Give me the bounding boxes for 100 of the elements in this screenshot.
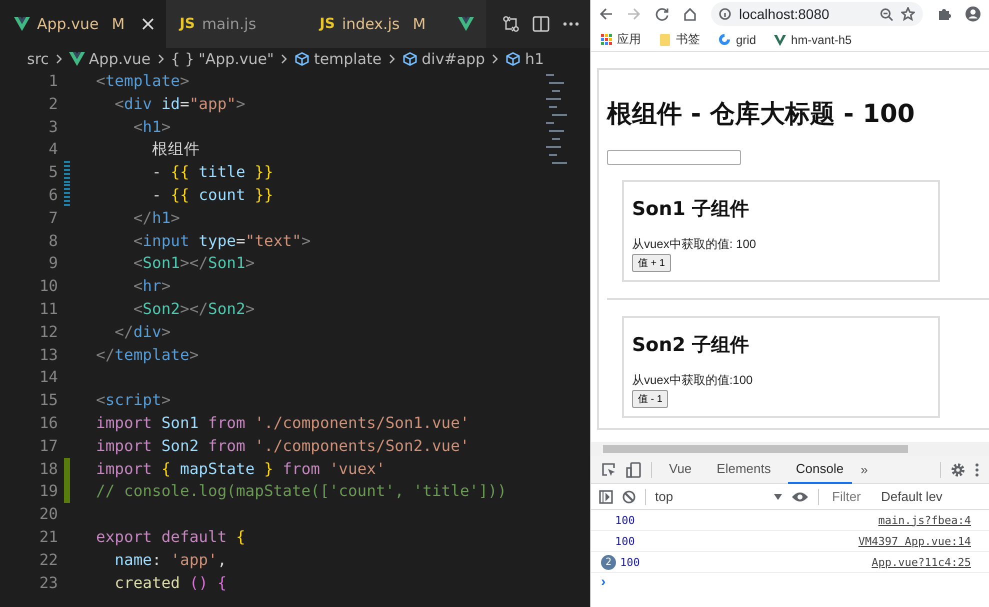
line-number: 9 [48, 253, 58, 274]
page-title: 根组件 - 仓库大标题 - 100 [607, 98, 916, 130]
bookmark-item[interactable]: hm-vant-h5 [774, 32, 852, 46]
bookmark-item[interactable]: 应用 [601, 31, 641, 48]
editor-tab[interactable]: JS main.js [166, 0, 306, 48]
text-input[interactable] [607, 150, 741, 165]
breadcrumb-item[interactable]: h1 [505, 50, 544, 68]
scrollbar-thumb[interactable] [603, 445, 908, 453]
more-tabs-button[interactable]: » [860, 462, 868, 477]
breadcrumb-item[interactable]: div#app [402, 50, 486, 68]
line-number: 22 [38, 550, 58, 571]
code-line: </h1> [132, 208, 180, 229]
code-line: <input type="text"> [132, 230, 311, 252]
split-editor-icon[interactable] [532, 15, 550, 33]
eye-icon[interactable] [791, 490, 809, 502]
value-text: 从vuex中获取的值: 100 [632, 236, 758, 253]
home-icon[interactable] [683, 7, 697, 21]
kebab-menu-icon[interactable] [975, 462, 979, 478]
breadcrumb-item[interactable]: template [294, 50, 382, 68]
console-value: 100 [615, 534, 636, 548]
dropdown-triangle-icon[interactable] [774, 494, 782, 500]
line-number: 6 [48, 184, 58, 206]
code-line: <h1> [132, 116, 171, 138]
address-bar[interactable]: localhost:8080 [711, 2, 923, 26]
source-link[interactable]: VM4397 App.vue:14 [858, 534, 971, 548]
code-line: <Son2></Son2> [132, 298, 255, 320]
bookmark-item[interactable]: grid [718, 32, 756, 46]
ring-logo-icon [718, 33, 731, 46]
vue-logo-icon [458, 16, 474, 32]
value-button[interactable]: 值 + 1 [632, 254, 671, 272]
settings-icon[interactable] [950, 462, 966, 478]
line-number: 15 [38, 390, 58, 412]
source-link[interactable]: main.js?fbea:4 [878, 514, 971, 526]
vue-logo-icon [774, 34, 786, 46]
line-number: 8 [48, 230, 58, 252]
more-icon[interactable] [562, 21, 580, 27]
editor-tab[interactable] [446, 0, 486, 48]
line-number: 2 [48, 94, 58, 115]
code-line: name: 'app', [114, 550, 227, 571]
compare-changes-icon[interactable] [502, 15, 520, 33]
line-number: 14 [38, 367, 58, 388]
back-arrow-icon[interactable] [599, 7, 613, 21]
profile-icon[interactable] [965, 6, 981, 22]
line-number: 13 [38, 344, 58, 366]
cube-icon [505, 51, 522, 67]
line-number: 3 [48, 116, 58, 138]
line-number: 17 [38, 436, 58, 457]
cube-icon [294, 51, 310, 67]
editor-tab[interactable]: JS index.js M [306, 0, 446, 48]
zoom-icon[interactable] [880, 8, 893, 20]
line-number: 11 [38, 298, 58, 320]
bookmark-item[interactable]: 书签 [659, 31, 700, 48]
device-icon[interactable] [626, 462, 642, 478]
line-number: 20 [38, 504, 58, 526]
chevron-icon [388, 53, 396, 65]
vue-logo-icon [14, 16, 30, 32]
value-text: 从vuex中获取的值:100 [632, 372, 754, 389]
editor-tab[interactable]: App.vue M [0, 0, 166, 48]
devtools-tab[interactable]: Elements [708, 456, 779, 484]
cube-icon [402, 51, 418, 67]
line-number: 4 [48, 139, 58, 160]
line-number: 21 [38, 526, 58, 548]
line-number: 18 [38, 458, 58, 480]
code-line: - {{ title }} [150, 162, 274, 184]
breadcrumb-item[interactable]: src [27, 50, 49, 68]
line-number: 10 [38, 276, 58, 298]
value-button[interactable]: 值 - 1 [632, 390, 668, 408]
devtools-tab[interactable]: Vue [661, 456, 700, 484]
breadcrumb-item[interactable]: App.vue [68, 50, 151, 68]
breadcrumb-item[interactable]: { } "App.vue" [170, 50, 274, 68]
puzzle-icon[interactable] [937, 7, 951, 21]
chevron-icon [156, 53, 165, 65]
console-value: 100 [615, 514, 636, 526]
star-icon[interactable] [901, 7, 915, 21]
console-value: 100 [620, 556, 641, 568]
log-levels-dropdown[interactable]: Default lev [881, 489, 942, 504]
reload-icon[interactable] [655, 7, 669, 21]
component-heading: Son1 子组件 [632, 197, 750, 222]
source-link[interactable]: App.vue?11c4:25 [872, 556, 971, 568]
line-number: 23 [38, 572, 58, 594]
code-line: <hr> [132, 276, 171, 298]
line-number: 5 [48, 162, 58, 184]
code-line: </template> [95, 344, 199, 366]
console-prompt[interactable]: › [591, 573, 989, 589]
code-line: <script> [95, 390, 171, 412]
code-line: <Son1></Son1> [132, 253, 255, 274]
line-number: 12 [38, 322, 58, 343]
js-file-icon: JS [320, 16, 335, 32]
clear-console-icon[interactable] [622, 490, 636, 504]
context-selector[interactable]: top [655, 489, 765, 504]
line-number: 7 [48, 208, 58, 229]
folder-icon [659, 32, 671, 46]
close-icon[interactable] [142, 18, 154, 30]
inspect-icon[interactable] [601, 462, 617, 478]
sidebar-icon[interactable] [599, 490, 613, 504]
code-line: import Son1 from './components/Son1.vue' [95, 412, 470, 434]
code-line: export default { [95, 526, 246, 548]
code-line: - {{ count }} [150, 184, 274, 206]
code-line: import Son2 from './components/Son2.vue' [95, 436, 470, 457]
code-line: </div> [114, 322, 171, 343]
